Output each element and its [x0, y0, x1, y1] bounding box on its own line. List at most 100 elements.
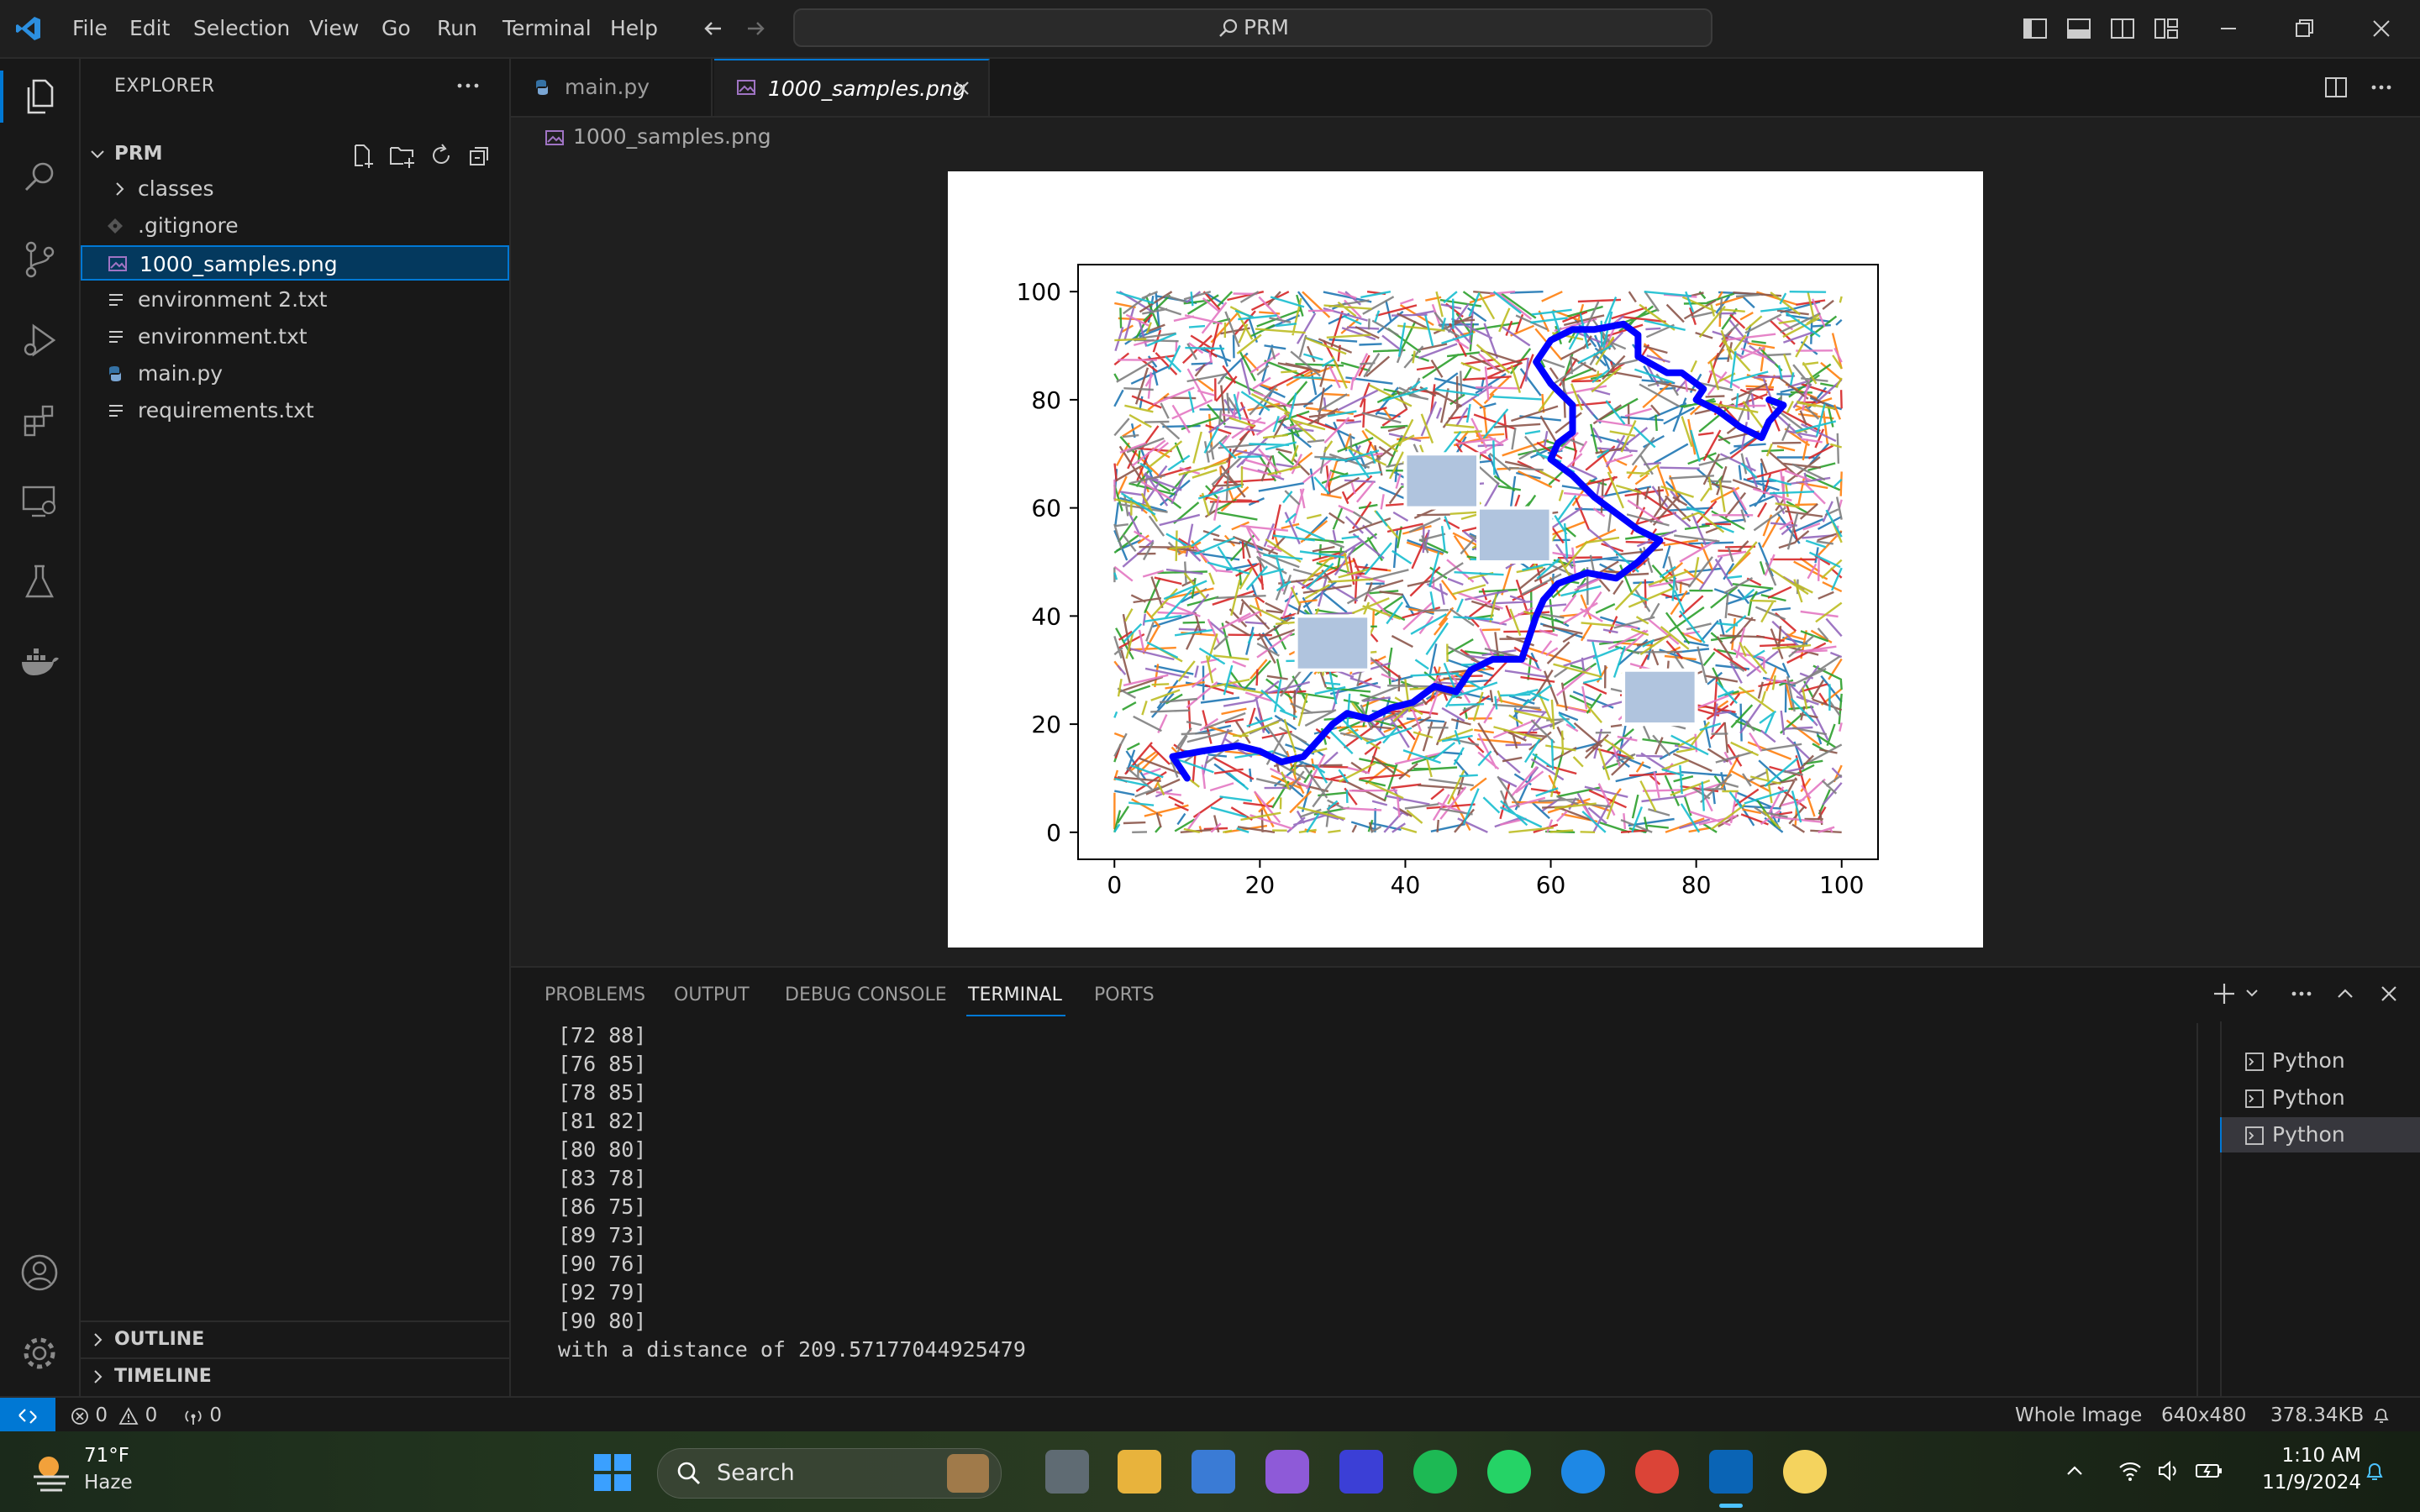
testing-icon[interactable]: [18, 561, 60, 603]
panel-tab-output[interactable]: OUTPUT: [674, 984, 750, 1005]
volume-icon[interactable]: [2156, 1458, 2181, 1483]
docker-icon[interactable]: [18, 642, 60, 684]
forward-arrow-icon[interactable]: [743, 15, 770, 42]
terminal-line: [86 75]: [558, 1194, 647, 1219]
chrome-browser-icon[interactable]: [1635, 1450, 1679, 1494]
task-view-icon[interactable]: [1045, 1450, 1089, 1494]
menu-go[interactable]: Go: [376, 12, 416, 45]
ports-count: 0: [209, 1404, 222, 1426]
close-panel-icon[interactable]: [2376, 981, 2402, 1006]
close-tab-icon[interactable]: [953, 79, 971, 97]
menu-help[interactable]: Help: [605, 12, 663, 45]
new-file-icon[interactable]: [350, 143, 375, 168]
python-app-icon[interactable]: [1783, 1450, 1827, 1494]
taskbar-search-box[interactable]: Search: [657, 1448, 1002, 1499]
timeline-section[interactable]: TIMELINE: [81, 1357, 509, 1394]
panel-tab-terminal[interactable]: TERMINAL: [968, 984, 1062, 1005]
chevron-down-icon[interactable]: [2244, 984, 2260, 1001]
image-zoom-status[interactable]: Whole Image: [2015, 1398, 2142, 1433]
back-arrow-icon[interactable]: [699, 15, 726, 42]
split-editor-icon[interactable]: [2323, 74, 2349, 101]
terminal-item-python[interactable]: Python: [2220, 1080, 2420, 1116]
extensions-icon[interactable]: [18, 400, 60, 442]
refresh-icon[interactable]: [429, 143, 454, 168]
windows-start-icon[interactable]: [593, 1453, 632, 1492]
settings-gear-icon[interactable]: [18, 1332, 60, 1374]
command-center-search[interactable]: PRM: [793, 8, 1712, 47]
tab-1000-samples-png[interactable]: 1000_samples.png: [714, 59, 990, 116]
collapse-all-icon[interactable]: [467, 143, 492, 168]
tree-item-environment-txt[interactable]: environment.txt: [81, 319, 509, 354]
maximize-panel-icon[interactable]: [2333, 981, 2358, 1006]
microsoft-store-icon[interactable]: [1192, 1450, 1235, 1494]
copilot-icon[interactable]: [1265, 1450, 1309, 1494]
terminal-icon: [2245, 1053, 2264, 1071]
minimize-icon[interactable]: [2215, 15, 2242, 42]
terminal-output[interactable]: [72 88] [76 85] [78 85] [81 82] [80 80] [83 7…: [558, 1021, 1026, 1364]
clock-date[interactable]: 11/9/2024: [2252, 1472, 2361, 1494]
x-tick-label: 60: [1536, 871, 1566, 899]
spotify-icon[interactable]: [1413, 1450, 1457, 1494]
panel-tab-ports[interactable]: PORTS: [1094, 984, 1155, 1005]
restore-icon[interactable]: [2291, 15, 2317, 42]
breadcrumb[interactable]: 1000_samples.png: [544, 118, 771, 156]
workspace-folder-label: PRM: [114, 143, 163, 165]
toggle-secondary-sidebar-icon[interactable]: [2109, 15, 2136, 42]
tree-item-1000-samples-png[interactable]: 1000_samples.png: [81, 245, 509, 281]
customize-layout-icon[interactable]: [2153, 15, 2180, 42]
image-preview[interactable]: 0 20 40 60 80 100 0 20 40 60 80 100: [948, 171, 1983, 948]
terminal-item-label: Python: [2272, 1085, 2345, 1110]
title-bar: File Edit Selection View Go Run Terminal…: [0, 0, 2420, 59]
terminal-item-python-active[interactable]: Python: [2220, 1117, 2420, 1152]
accounts-icon[interactable]: [18, 1252, 60, 1294]
chevron-down-icon: [91, 150, 104, 159]
menu-file[interactable]: File: [67, 12, 113, 45]
ai-app-icon[interactable]: [1339, 1450, 1383, 1494]
remote-indicator[interactable]: [0, 1398, 55, 1433]
vscode-taskbar-icon[interactable]: [1709, 1450, 1753, 1494]
close-window-icon[interactable]: [2368, 15, 2395, 42]
tree-item-main-py[interactable]: main.py: [81, 356, 509, 391]
terminal-line: [81 82]: [558, 1109, 647, 1133]
file-explorer-icon[interactable]: [1118, 1450, 1161, 1494]
tree-item-environment-2-txt[interactable]: environment 2.txt: [81, 282, 509, 318]
battery-icon[interactable]: [2195, 1458, 2223, 1483]
explorer-icon[interactable]: [18, 76, 60, 118]
status-bar: 0 0 0 Whole Image 640x480 378.34KB: [0, 1396, 2420, 1433]
problems-status[interactable]: 0 0: [71, 1398, 157, 1433]
more-actions-icon[interactable]: [2289, 981, 2314, 1006]
more-actions-icon[interactable]: [455, 77, 481, 94]
wifi-icon[interactable]: [2118, 1458, 2143, 1483]
clock-time[interactable]: 1:10 AM: [2252, 1445, 2361, 1467]
edge-browser-icon[interactable]: [1561, 1450, 1605, 1494]
notifications-bell-icon[interactable]: [2371, 1405, 2391, 1425]
workspace-folder-header[interactable]: PRM: [81, 136, 509, 171]
outline-section[interactable]: OUTLINE: [81, 1320, 509, 1357]
tree-item-classes[interactable]: classes: [81, 171, 509, 207]
menu-edit[interactable]: Edit: [124, 12, 175, 45]
toggle-panel-icon[interactable]: [2065, 15, 2092, 42]
terminal-item-python[interactable]: Python: [2220, 1043, 2420, 1079]
tree-item-label: main.py: [138, 361, 224, 386]
source-control-icon[interactable]: [18, 239, 60, 281]
notification-bell-icon[interactable]: [2363, 1460, 2386, 1483]
system-tray-chevron-icon[interactable]: [2064, 1460, 2086, 1482]
menu-terminal[interactable]: Terminal: [497, 12, 597, 45]
ports-status[interactable]: 0: [183, 1398, 222, 1433]
new-folder-icon[interactable]: [388, 143, 415, 168]
panel-tab-problems[interactable]: PROBLEMS: [544, 984, 645, 1005]
toggle-primary-sidebar-icon[interactable]: [2022, 15, 2049, 42]
more-actions-icon[interactable]: [2368, 74, 2395, 101]
tab-main-py[interactable]: main.py: [511, 59, 713, 116]
panel-tab-debug-console[interactable]: DEBUG CONSOLE: [785, 984, 947, 1005]
new-terminal-icon[interactable]: [2212, 981, 2237, 1006]
menu-run[interactable]: Run: [432, 12, 482, 45]
tree-item-requirements-txt[interactable]: requirements.txt: [81, 393, 509, 428]
search-view-icon[interactable]: [18, 156, 60, 198]
whatsapp-icon[interactable]: [1487, 1450, 1531, 1494]
tree-item-gitignore[interactable]: .gitignore: [81, 208, 509, 244]
remote-explorer-icon[interactable]: [18, 480, 60, 522]
run-debug-icon[interactable]: [18, 319, 60, 361]
menu-view[interactable]: View: [304, 12, 364, 45]
menu-selection[interactable]: Selection: [188, 12, 295, 45]
